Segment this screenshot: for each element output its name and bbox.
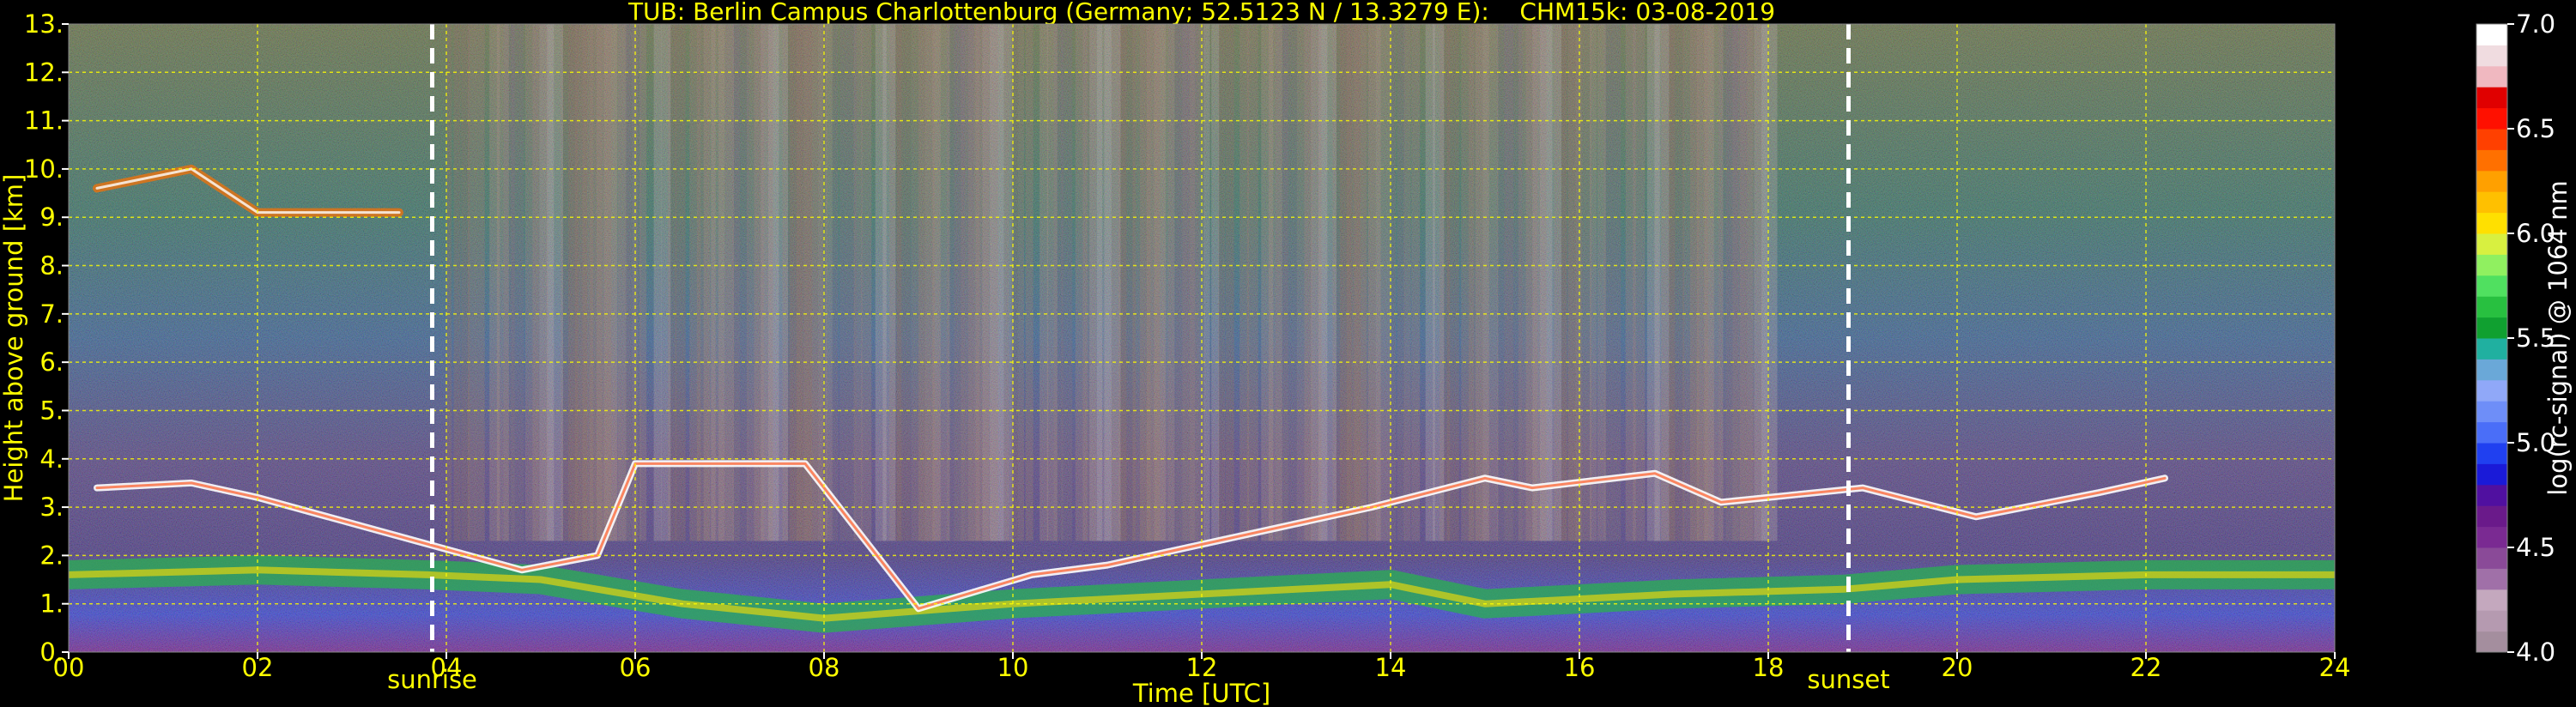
y-axis-title: Height above ground [km] [0, 174, 28, 503]
colorbar-segment [2476, 129, 2507, 150]
x-tick-label: 02 [242, 653, 274, 682]
colorbar-segment [2476, 212, 2507, 234]
colorbar-segment [2476, 191, 2507, 214]
x-tick-label: 08 [809, 653, 840, 682]
colorbar-segment [2476, 379, 2507, 402]
noise-overlay [69, 24, 2335, 652]
x-tick-label: 24 [2319, 653, 2351, 682]
colorbar-segment [2476, 107, 2507, 130]
y-tick-label: 3. [39, 492, 64, 522]
y-tick-label: 12. [24, 57, 64, 87]
y-tick-label: 2. [39, 541, 64, 570]
colorbar-segment [2476, 610, 2507, 632]
colorbar-segment [2476, 568, 2507, 590]
x-axis-title: Time [UTC] [1132, 679, 1270, 707]
colorbar-tick-label: 4.0 [2516, 638, 2555, 667]
sunset-label: sunset [1807, 665, 1889, 694]
sunrise-label: sunrise [387, 665, 477, 694]
y-tick-label: 0. [39, 638, 64, 667]
y-tick-label: 7. [39, 299, 64, 329]
colorbar-segment [2476, 484, 2507, 506]
y-tick-label: 8. [39, 251, 64, 281]
colorbar-segment [2476, 463, 2507, 486]
y-tick-label: 1. [39, 589, 64, 619]
colorbar-tick-label: 4.5 [2516, 533, 2555, 562]
x-tick-label: 18 [1753, 653, 1785, 682]
x-tick-label: 12 [1186, 653, 1218, 682]
y-tick-label: 11. [24, 106, 64, 136]
colorbar-segment [2476, 421, 2507, 444]
y-tick-label: 13. [24, 9, 64, 39]
y-tick-label: 10. [24, 154, 64, 184]
colorbar-title: log(rc-signal) @ 1064 nm [2543, 180, 2573, 495]
colorbar-segment [2476, 170, 2507, 192]
x-tick-label: 06 [620, 653, 652, 682]
colorbar-segment [2476, 589, 2507, 611]
x-tick-label: 20 [1942, 653, 1973, 682]
colorbar-segment [2476, 317, 2507, 339]
y-tick-label: 5. [39, 396, 64, 425]
y-tick-label: 6. [39, 347, 64, 377]
colorbar-segment [2476, 296, 2507, 318]
colorbar-segment [2476, 149, 2507, 172]
colorbar-segment [2476, 87, 2507, 109]
colorbar-tick-label: 7.0 [2516, 9, 2555, 39]
colorbar-segment [2476, 233, 2507, 255]
colorbar-segment [2476, 526, 2507, 548]
colorbar-segment [2476, 443, 2507, 464]
x-tick-label: 22 [2131, 653, 2162, 682]
colorbar-segment [2476, 24, 2507, 45]
x-tick-label: 16 [1564, 653, 1596, 682]
colorbar-segment [2476, 547, 2507, 569]
y-axis-ticks: 0. 1. 2. 3. 4. 5. 6. 7. 8. 9. 10. 11. 12. 13. [24, 9, 69, 667]
colorbar-segment [2476, 359, 2507, 381]
title: TUB: Berlin Campus Charlottenburg (Germa… [627, 0, 1775, 26]
colorbar-segment [2476, 401, 2507, 423]
colorbar-segment [2476, 254, 2507, 276]
x-tick-label: 14 [1375, 653, 1407, 682]
y-tick-label: 9. [39, 202, 64, 232]
colorbar-segment [2476, 65, 2507, 88]
colorbar-segment [2476, 338, 2507, 360]
y-tick-label: 4. [39, 444, 64, 474]
colorbar-segment [2476, 631, 2507, 653]
plot-area [69, 24, 2335, 652]
lidar-figure: TUB: Berlin Campus Charlottenburg (Germa… [0, 0, 2573, 707]
colorbar-segment [2476, 45, 2507, 67]
colorbar-segment [2476, 505, 2507, 528]
chart-title: TUB: Berlin Campus Charlottenburg (Germa… [627, 0, 1775, 26]
x-tick-label: 10 [997, 653, 1029, 682]
colorbar-tick-label: 6.5 [2516, 114, 2555, 143]
colorbar-segment [2476, 275, 2507, 297]
